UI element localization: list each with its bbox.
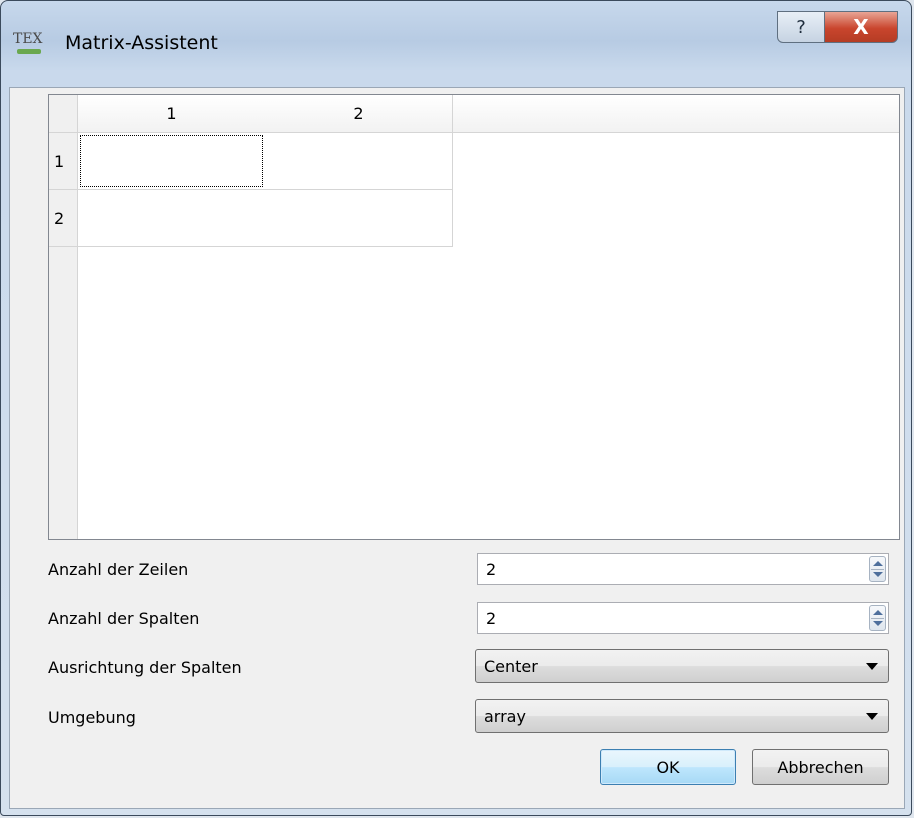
tex-app-icon: TEX xyxy=(13,31,51,57)
chevron-down-icon xyxy=(866,713,878,720)
spin-up-icon[interactable] xyxy=(873,610,883,615)
cols-label: Anzahl der Spalten xyxy=(48,609,200,628)
cols-value[interactable]: 2 xyxy=(486,609,496,628)
table-cell-r2-c1[interactable] xyxy=(78,190,266,247)
title-bar[interactable]: TEX Matrix-Assistent ? X xyxy=(1,1,911,85)
ok-button[interactable]: OK xyxy=(600,749,736,785)
table-cell-r2-c2[interactable] xyxy=(265,190,453,247)
row-header-1[interactable]: 1 xyxy=(49,133,78,190)
cancel-button[interactable]: Abbrechen xyxy=(752,749,889,785)
table-cell-r1-c1[interactable] xyxy=(78,133,266,190)
spin-up-icon[interactable] xyxy=(873,561,883,566)
dialog-client-area: 1 2 1 2 Anzahl der Zeilen 2 Anzahl der S… xyxy=(9,87,905,809)
rows-value[interactable]: 2 xyxy=(486,560,496,579)
spin-down-icon[interactable] xyxy=(873,572,883,577)
table-corner-button[interactable] xyxy=(49,95,78,133)
close-button[interactable]: X xyxy=(824,11,898,43)
environment-dropdown[interactable]: array xyxy=(475,699,889,733)
table-cell-r1-c2[interactable] xyxy=(265,133,453,190)
matrix-assistant-dialog: TEX Matrix-Assistent ? X 1 2 1 2 Anzahl … xyxy=(0,0,912,816)
align-selected-value: Center xyxy=(484,657,538,676)
row-header-2[interactable]: 2 xyxy=(49,190,78,247)
help-button[interactable]: ? xyxy=(777,11,825,43)
align-label: Ausrichtung der Spalten xyxy=(48,658,242,677)
rows-label: Anzahl der Zeilen xyxy=(48,560,189,579)
cols-spin-arrows[interactable] xyxy=(869,605,886,631)
chevron-down-icon xyxy=(866,663,878,670)
window-title: Matrix-Assistent xyxy=(65,32,218,54)
column-header-filler xyxy=(453,95,899,133)
column-header-1[interactable]: 1 xyxy=(78,95,266,133)
cols-spinbox[interactable]: 2 xyxy=(477,602,889,634)
env-selected-value: array xyxy=(484,707,526,726)
row-header-filler xyxy=(49,247,78,539)
spin-down-icon[interactable] xyxy=(873,621,883,626)
close-icon: X xyxy=(853,15,869,39)
help-icon: ? xyxy=(796,16,806,38)
align-dropdown[interactable]: Center xyxy=(475,649,889,683)
rows-spinbox[interactable]: 2 xyxy=(477,553,889,585)
column-header-2[interactable]: 2 xyxy=(265,95,453,133)
rows-spin-arrows[interactable] xyxy=(869,556,886,582)
matrix-table[interactable]: 1 2 1 2 xyxy=(48,94,900,540)
env-label: Umgebung xyxy=(48,708,136,727)
